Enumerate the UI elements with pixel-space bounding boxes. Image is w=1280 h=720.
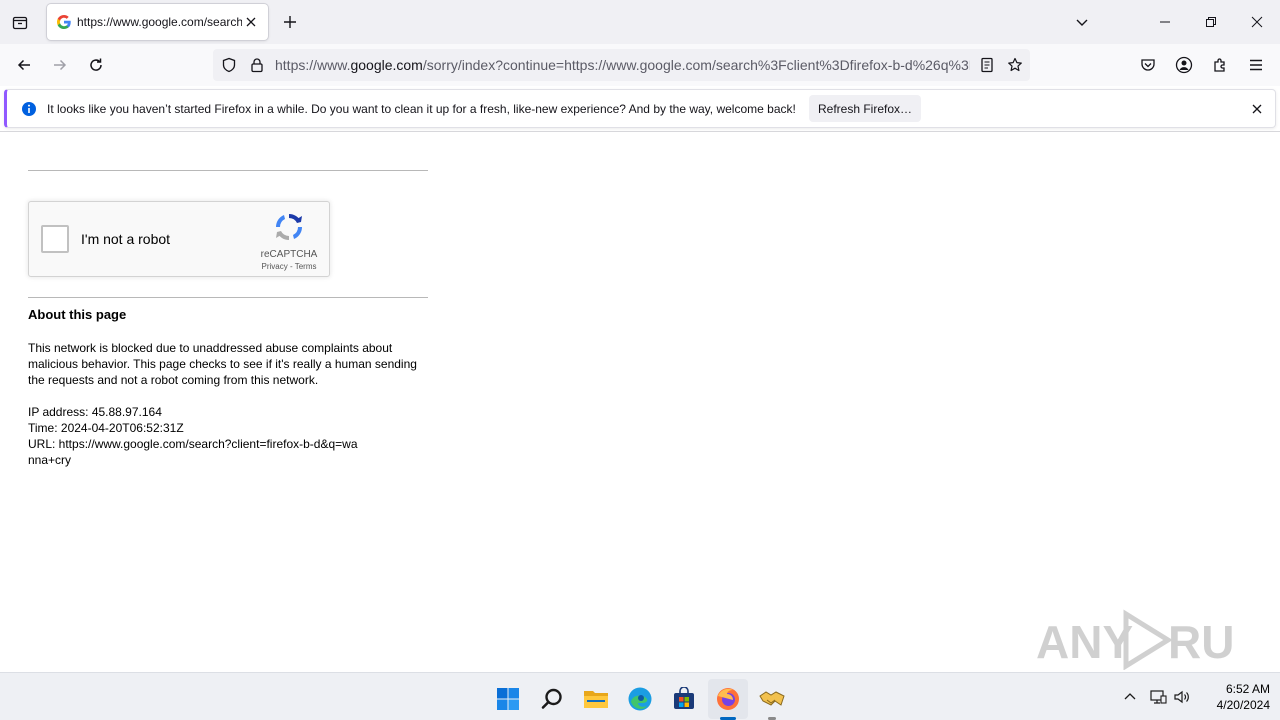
tab-google-search[interactable]: https://www.google.com/search?client=fir… xyxy=(47,4,268,40)
menu-hamburger-icon[interactable] xyxy=(1242,51,1270,79)
system-clock[interactable]: 6:52 AM 4/20/2024 xyxy=(1196,681,1270,713)
ip-address-line: IP address: 45.88.97.164 xyxy=(28,405,162,419)
tracking-protection-shield-icon[interactable] xyxy=(221,57,237,73)
firefox-view-icon[interactable] xyxy=(8,10,32,34)
search-icon[interactable] xyxy=(532,679,572,719)
edge-browser-icon[interactable] xyxy=(620,679,660,719)
firefox-taskbar-icon[interactable] xyxy=(708,679,748,719)
forward-arrow-icon[interactable] xyxy=(46,51,74,79)
captcha-label: I'm not a robot xyxy=(81,231,171,247)
close-window-icon[interactable] xyxy=(1234,0,1280,44)
windows-start-icon[interactable] xyxy=(488,679,528,719)
recaptcha-logo-icon xyxy=(273,211,305,243)
tab-title: https://www.google.com/search?client=fir… xyxy=(77,15,242,29)
clock-time: 6:52 AM xyxy=(1225,682,1270,696)
svg-text:RUN: RUN xyxy=(1168,616,1236,668)
url-line: URL: https://www.google.com/search?clien… xyxy=(28,437,358,467)
divider-top xyxy=(28,170,428,171)
request-info: IP address: 45.88.97.164 Time: 2024-04-2… xyxy=(28,404,358,468)
network-icon[interactable] xyxy=(1148,687,1168,707)
restore-icon[interactable] xyxy=(1188,0,1234,44)
new-tab-icon[interactable] xyxy=(278,10,302,34)
clock-date: 4/20/2024 xyxy=(1216,698,1270,712)
windows-taskbar: 6:52 AM 4/20/2024 xyxy=(0,672,1280,720)
toolbar-divider xyxy=(0,131,1280,132)
anyrun-watermark: ANY RUN xyxy=(1036,606,1236,670)
lock-icon[interactable] xyxy=(249,57,265,73)
captcha-checkbox[interactable] xyxy=(41,225,69,253)
file-explorer-icon[interactable] xyxy=(576,679,616,719)
volume-icon[interactable] xyxy=(1172,687,1192,707)
close-notification-icon[interactable] xyxy=(1249,101,1265,117)
url-text[interactable]: https://www.google.com/sorry/index?conti… xyxy=(275,57,970,73)
pocket-icon[interactable] xyxy=(1134,51,1162,79)
captcha-privacy-terms-links[interactable]: Privacy - Terms xyxy=(257,262,321,271)
info-icon xyxy=(21,101,37,117)
recaptcha-widget: I'm not a robot reCAPTCHA Privacy - Term… xyxy=(28,201,330,277)
microsoft-store-icon[interactable] xyxy=(664,679,704,719)
google-g-icon xyxy=(56,14,72,30)
recaptcha-brand: reCAPTCHA xyxy=(260,249,318,260)
account-icon[interactable] xyxy=(1170,51,1198,79)
show-hidden-icons-chevron-icon[interactable] xyxy=(1120,687,1140,707)
about-heading: About this page xyxy=(28,307,127,322)
divider-bottom xyxy=(28,297,428,298)
refresh-firefox-notification: It looks like you haven’t started Firefo… xyxy=(4,89,1276,128)
time-line: Time: 2024-04-20T06:52:31Z xyxy=(28,421,184,435)
bookmark-star-icon[interactable] xyxy=(1007,57,1023,73)
reader-view-icon[interactable] xyxy=(979,57,995,73)
tab-strip: https://www.google.com/search?client=fir… xyxy=(0,0,1280,44)
reload-icon[interactable] xyxy=(82,51,110,79)
minimize-icon[interactable] xyxy=(1142,0,1188,44)
handshake-app-icon[interactable] xyxy=(752,679,792,719)
address-bar[interactable]: https://www.google.com/sorry/index?conti… xyxy=(213,49,1030,81)
refresh-firefox-button[interactable]: Refresh Firefox… xyxy=(809,95,921,122)
about-body: This network is blocked due to unaddress… xyxy=(28,341,417,387)
extensions-icon[interactable] xyxy=(1206,51,1234,79)
list-all-tabs-icon[interactable] xyxy=(1070,10,1094,34)
watermark-text: ANY xyxy=(1036,616,1133,668)
back-arrow-icon[interactable] xyxy=(10,51,38,79)
navigation-toolbar: https://www.google.com/sorry/index?conti… xyxy=(0,44,1280,86)
close-tab-icon[interactable] xyxy=(243,14,259,30)
notification-message: It looks like you haven’t started Firefo… xyxy=(47,102,796,116)
